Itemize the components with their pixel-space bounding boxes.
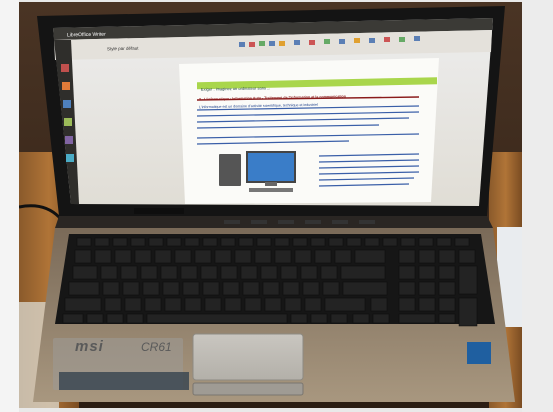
left-margin [0,0,19,412]
right-margin [522,0,553,412]
window-title: LibreOffice Writer [66,31,106,39]
brand-logo: msi [75,338,104,355]
laptop-photo: LibreOffice Writer Style par défaut Exig… [19,2,522,408]
paragraph-style-label: Style par défaut [106,45,139,52]
hinge-button-panel [134,208,184,214]
touchpad [192,333,304,381]
photo-frame: LibreOffice Writer Style par défaut Exig… [0,0,553,412]
model-logo: CR61 [141,340,172,354]
sticker-strip [59,372,189,390]
intel-sticker [467,342,491,364]
touchpad-button [192,382,304,396]
hinge [55,216,493,228]
